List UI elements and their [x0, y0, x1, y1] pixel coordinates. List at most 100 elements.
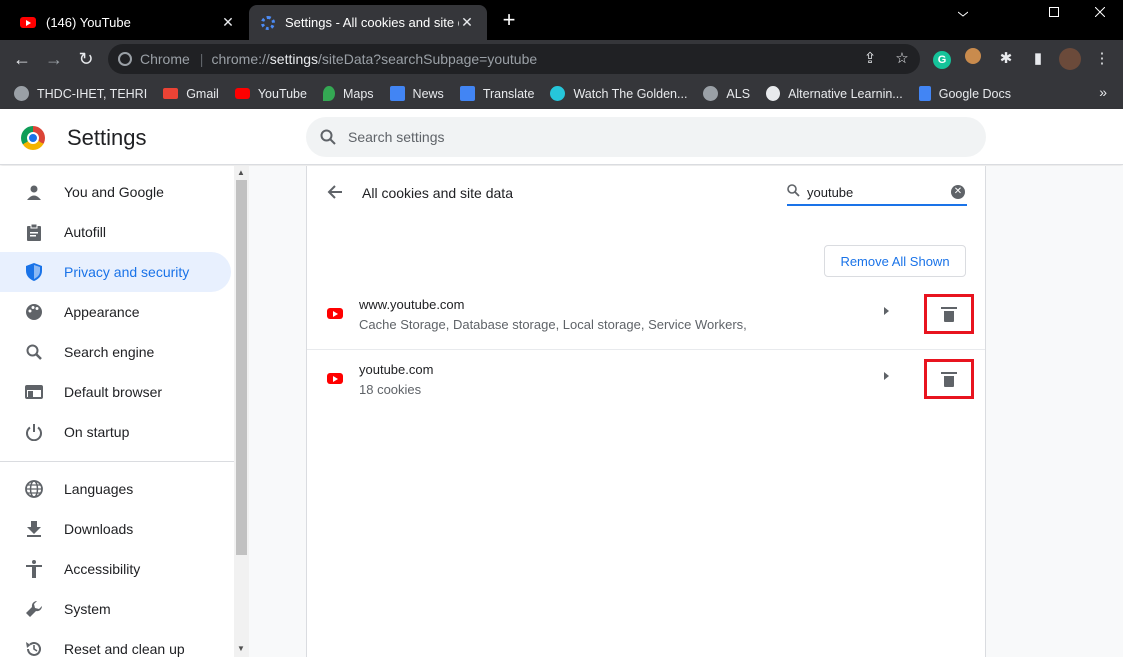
reload-button[interactable]: ↻	[74, 47, 98, 71]
sidebar-item-appearance[interactable]: Appearance	[0, 292, 231, 332]
sidebar-item-privacy[interactable]: Privacy and security	[0, 252, 231, 292]
bookmark-label: Gmail	[186, 86, 219, 101]
remove-all-shown-button[interactable]: Remove All Shown	[824, 245, 966, 277]
maps-icon	[322, 86, 335, 101]
scroll-up-icon[interactable]: ▲	[237, 168, 245, 177]
minimize-icon	[957, 11, 969, 17]
search-icon	[320, 129, 336, 145]
site-data-search[interactable]: ✕	[787, 180, 967, 206]
sidebar-item-languages[interactable]: Languages	[0, 469, 231, 509]
bookmark-watch[interactable]: Watch The Golden...	[550, 86, 687, 101]
globe-icon	[24, 479, 44, 499]
globe-icon	[703, 86, 719, 101]
expand-arrow-icon[interactable]	[884, 372, 889, 380]
forward-button[interactable]: →	[42, 47, 66, 71]
sidebar-item-system[interactable]: System	[0, 589, 231, 629]
gmail-icon	[163, 88, 179, 99]
maximize-icon	[1049, 7, 1059, 17]
tab-title: Settings - All cookies and site data	[285, 15, 459, 30]
bookmark-translate[interactable]: Translate	[459, 86, 535, 101]
site-search-input[interactable]	[807, 184, 947, 200]
search-input[interactable]	[348, 129, 848, 145]
bookmark-als[interactable]: ALS	[703, 86, 750, 101]
youtube-icon	[234, 88, 250, 99]
close-window-button[interactable]	[1077, 0, 1123, 26]
site-row-youtube[interactable]: youtube.com 18 cookies	[307, 350, 985, 414]
bookmarks-bar: THDC-IHET, TEHRI Gmail YouTube Maps News…	[0, 78, 1123, 109]
chrome-logo-icon	[21, 126, 45, 150]
bookmarks-more-button[interactable]: »	[1099, 84, 1107, 100]
sidebar-item-reset[interactable]: Reset and clean up	[0, 629, 231, 669]
bookmark-maps[interactable]: Maps	[322, 86, 374, 101]
bookmark-docs[interactable]: Google Docs	[918, 86, 1011, 101]
clipboard-icon	[24, 222, 44, 242]
bookmark-gmail[interactable]: Gmail	[163, 87, 219, 101]
sidebar-item-search-engine[interactable]: Search engine	[0, 332, 231, 372]
youtube-icon	[327, 308, 343, 319]
back-button[interactable]: ←	[10, 47, 34, 71]
tab-youtube[interactable]: (146) YouTube ✕	[8, 5, 248, 40]
bookmark-youtube[interactable]: YouTube	[234, 87, 307, 101]
clear-search-icon[interactable]: ✕	[951, 185, 965, 199]
tab-settings[interactable]: Settings - All cookies and site data ✕	[249, 5, 487, 40]
sidebar-item-label: Privacy and security	[64, 264, 190, 280]
sidebar-scrollbar[interactable]: ▲ ▼	[234, 166, 249, 657]
menu-icon[interactable]: ⋮	[1091, 48, 1113, 70]
globe-icon	[14, 86, 29, 101]
search-icon	[24, 342, 44, 362]
address-bar[interactable]: Chrome | chrome:// settings /siteData?se…	[108, 44, 920, 74]
site-row-www-youtube[interactable]: www.youtube.com Cache Storage, Database …	[307, 285, 985, 349]
close-icon[interactable]: ✕	[220, 14, 236, 31]
side-panel-icon[interactable]: ▮	[1027, 48, 1049, 70]
extensions-icon[interactable]: ✱	[995, 48, 1017, 70]
share-icon[interactable]: ⇪	[859, 48, 881, 70]
close-icon[interactable]: ✕	[459, 14, 475, 31]
sidebar-item-on-startup[interactable]: On startup	[0, 412, 231, 452]
translate-icon	[459, 86, 475, 101]
settings-search[interactable]	[306, 117, 986, 157]
sidebar-item-label: Appearance	[64, 304, 140, 320]
bookmark-label: News	[412, 86, 444, 101]
bookmark-thdc[interactable]: THDC-IHET, TEHRI	[14, 86, 147, 101]
shield-icon	[24, 262, 44, 282]
back-arrow-icon[interactable]	[327, 184, 343, 205]
sidebar-item-default-browser[interactable]: Default browser	[0, 372, 231, 412]
sidebar-item-label: On startup	[64, 424, 130, 440]
sidebar-item-accessibility[interactable]: Accessibility	[0, 549, 231, 589]
sidebar-item-label: Autofill	[64, 224, 107, 240]
chrome-icon	[118, 52, 132, 66]
delete-button[interactable]	[924, 294, 974, 334]
sidebar-item-downloads[interactable]: Downloads	[0, 509, 231, 549]
trash-icon	[941, 306, 957, 322]
sidebar-item-label: Reset and clean up	[64, 641, 185, 657]
tab-title: (146) YouTube	[46, 15, 131, 30]
cookie-icon[interactable]	[962, 48, 984, 70]
bookmark-alternative[interactable]: Alternative Learnin...	[766, 86, 903, 101]
sound-icon	[766, 86, 781, 101]
sidebar-item-label: You and Google	[64, 184, 164, 200]
download-icon	[24, 519, 44, 539]
bookmark-label: THDC-IHET, TEHRI	[37, 86, 148, 101]
sidebar-item-autofill[interactable]: Autofill	[0, 212, 231, 252]
maximize-button[interactable]	[1031, 0, 1077, 26]
delete-button[interactable]	[924, 359, 974, 399]
bookmark-label: Translate	[482, 86, 535, 101]
grammarly-icon[interactable]: G	[931, 48, 953, 70]
browser-icon	[24, 382, 44, 402]
palette-icon	[24, 302, 44, 322]
minimize-button[interactable]	[940, 0, 986, 26]
subpage-title: All cookies and site data	[362, 185, 513, 201]
star-icon[interactable]: ☆	[891, 48, 913, 70]
power-icon	[24, 422, 44, 442]
new-tab-button[interactable]: +	[497, 8, 521, 32]
expand-arrow-icon[interactable]	[884, 307, 889, 315]
youtube-icon	[327, 373, 343, 384]
bookmark-news[interactable]: News	[389, 86, 444, 101]
avatar[interactable]	[1059, 48, 1081, 70]
scroll-thumb[interactable]	[236, 180, 247, 555]
scroll-down-icon[interactable]: ▼	[237, 644, 245, 653]
bookmark-label: Watch The Golden...	[573, 86, 688, 101]
sidebar-item-you-and-google[interactable]: You and Google	[0, 172, 231, 212]
bookmark-label: ALS	[726, 86, 751, 101]
site-description: Cache Storage, Database storage, Local s…	[359, 317, 747, 332]
